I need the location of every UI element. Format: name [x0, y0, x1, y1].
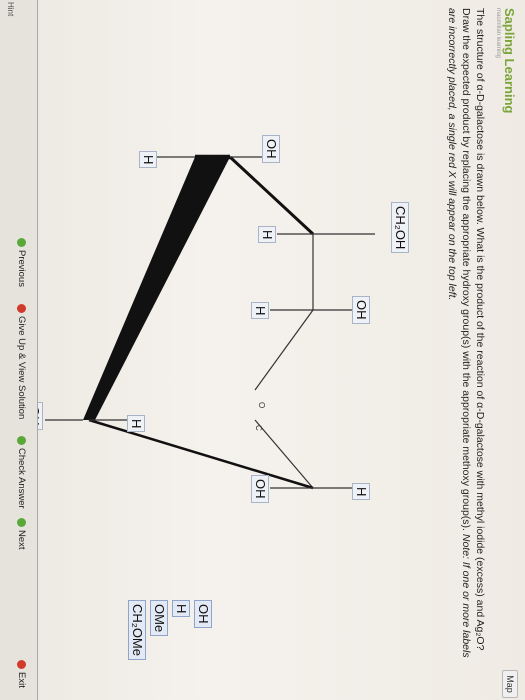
check-mark-icon: [17, 436, 26, 445]
previous-arrow-icon: [17, 238, 26, 247]
exit-icon: [17, 660, 26, 669]
check-answer-button[interactable]: Check Answer: [16, 436, 27, 509]
check-answer-label: Check Answer: [16, 448, 27, 509]
hint-tab[interactable]: Hint: [6, 2, 15, 16]
label-slot-c5-h[interactable]: H: [258, 226, 276, 244]
next-label: Next: [16, 530, 27, 550]
footer-divider: [37, 0, 38, 700]
label-slot-c1-h[interactable]: H: [352, 483, 370, 501]
palette-item-ch2ome[interactable]: CH₂OMe: [128, 600, 146, 660]
exit-label: Exit: [16, 672, 27, 688]
c5-o-bond: [254, 309, 314, 391]
next-arrow-icon: [17, 518, 26, 527]
label-slot-c2-h[interactable]: H: [127, 415, 145, 433]
label-slot-c4-h[interactable]: H: [251, 302, 269, 320]
haworth-ring-drawing: [45, 154, 375, 490]
c1-c1-bond: [88, 418, 314, 490]
palette-item-h[interactable]: H: [172, 600, 190, 618]
label-slot-c4-oh[interactable]: OH: [352, 296, 370, 324]
label-slot-c3-h[interactable]: H: [139, 151, 157, 169]
previous-label: Previous: [16, 250, 27, 287]
previous-button[interactable]: Previous: [16, 238, 27, 287]
next-button[interactable]: Next: [16, 518, 27, 550]
label-slot-c3-oh[interactable]: OH: [262, 135, 280, 163]
anomeric-carbon-label: C: [254, 425, 263, 431]
exit-button[interactable]: Exit: [16, 660, 27, 688]
sapling-learning-page: Sapling Learning macmillan learning Map …: [0, 0, 525, 700]
screen: Sapling Learning macmillan learning Map …: [0, 0, 525, 700]
give-up-button[interactable]: Give Up & View Solution: [16, 304, 27, 419]
give-up-x-icon: [17, 304, 26, 313]
c2-c1-bond-bold: [83, 157, 230, 420]
label-slot-c1-oh[interactable]: OH: [251, 475, 269, 503]
palette-item-ome[interactable]: OMe: [150, 600, 168, 637]
palette-item-oh[interactable]: OH: [194, 600, 212, 628]
ring-oxygen-label: O: [257, 402, 266, 409]
give-up-label: Give Up & View Solution: [16, 316, 27, 420]
label-slot-ch2oh[interactable]: CH₂OH: [391, 202, 409, 254]
c4-c3-bond: [228, 155, 315, 236]
